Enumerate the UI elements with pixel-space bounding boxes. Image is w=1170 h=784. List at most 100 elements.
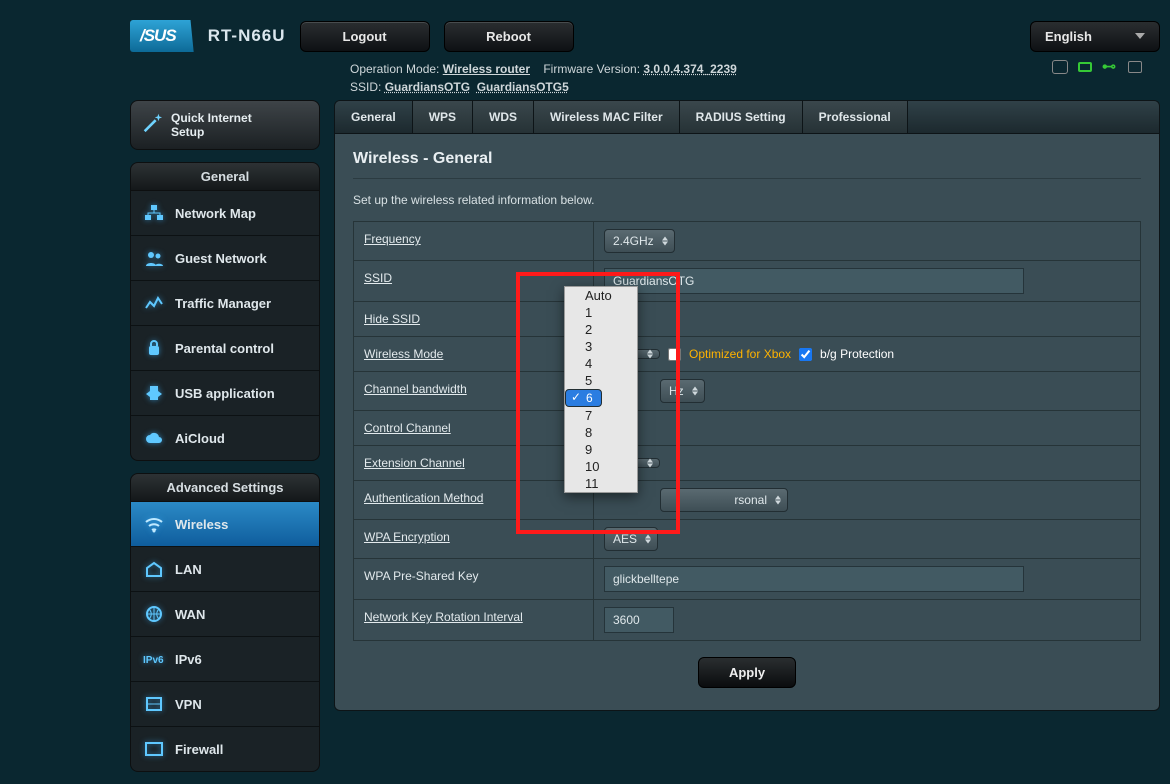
select-frequency[interactable]: 2.4GHz: [604, 229, 675, 253]
sidebar-item-guest-network[interactable]: Guest Network: [131, 235, 319, 280]
select-encryption[interactable]: AES: [604, 527, 658, 551]
sidebar-item-lan[interactable]: LAN: [131, 546, 319, 591]
fw-value[interactable]: 3.0.0.4.374_2239: [643, 62, 736, 76]
label-xbox: Optimized for Xbox: [689, 347, 791, 361]
select-auth-method[interactable]: rsonal: [660, 488, 788, 512]
select-bandwidth[interactable]: Hz: [660, 379, 705, 403]
ssid-24: GuardiansOTG: [385, 80, 470, 94]
channel-option-6[interactable]: 6: [565, 389, 602, 407]
sidebar-item-wireless[interactable]: Wireless: [131, 502, 319, 546]
language-label: English: [1045, 29, 1092, 44]
tab-wireless-mac-filter[interactable]: Wireless MAC Filter: [534, 101, 680, 133]
firewall-icon: [143, 739, 165, 759]
tab-wps[interactable]: WPS: [413, 101, 473, 133]
sidebar-item-label: Wireless: [175, 517, 228, 532]
vpn-icon: [143, 694, 165, 714]
label-extension-channel: Extension Channel: [354, 446, 594, 480]
page-title: Wireless - General: [353, 150, 1141, 179]
channel-option-2[interactable]: 2: [565, 321, 637, 338]
sidebar-item-parental-control[interactable]: Parental control: [131, 325, 319, 370]
guest-network-icon: [143, 248, 165, 268]
label-wireless-mode: Wireless Mode: [354, 337, 594, 371]
channel-option-10[interactable]: 10: [565, 458, 637, 475]
sidebar-item-label: VPN: [175, 697, 202, 712]
aicloud-icon: [143, 428, 165, 448]
tab-general[interactable]: General: [335, 101, 413, 133]
checkbox-bg-protection[interactable]: [799, 348, 812, 361]
wireless-icon: [143, 514, 165, 534]
channel-option-11[interactable]: 11: [565, 475, 637, 492]
model-name: RT-N66U: [208, 26, 286, 46]
chevron-down-icon: [1135, 33, 1145, 39]
usb-application-icon: [143, 383, 165, 403]
tab-professional[interactable]: Professional: [803, 101, 908, 133]
sidebar-header-advanced: Advanced Settings: [130, 473, 320, 502]
channel-option-auto[interactable]: Auto: [565, 287, 637, 304]
usb-icon[interactable]: ⊷: [1102, 60, 1118, 74]
traffic-manager-icon: [143, 293, 165, 313]
sidebar-item-label: Traffic Manager: [175, 296, 271, 311]
router-status-icon[interactable]: [1078, 62, 1092, 72]
channel-option-3[interactable]: 3: [565, 338, 637, 355]
input-psk[interactable]: [604, 566, 1024, 592]
tab-radius-setting[interactable]: RADIUS Setting: [680, 101, 803, 133]
sidebar-item-label: IPv6: [175, 652, 202, 667]
sidebar-item-label: Network Map: [175, 206, 256, 221]
sidebar-item-label: USB application: [175, 386, 275, 401]
input-ssid[interactable]: [604, 268, 1024, 294]
opmode-value[interactable]: Wireless router: [443, 62, 530, 76]
sidebar-item-wan[interactable]: WAN: [131, 591, 319, 636]
clients-icon[interactable]: [1052, 60, 1068, 74]
apply-button[interactable]: Apply: [698, 657, 796, 688]
sidebar-item-label: Firewall: [175, 742, 223, 757]
label-channel-bandwidth: Channel bandwidth: [354, 372, 594, 410]
label-auth-method: Authentication Method: [354, 481, 594, 519]
opmode-label: Operation Mode:: [350, 62, 439, 76]
channel-option-1[interactable]: 1: [565, 304, 637, 321]
channel-option-8[interactable]: 8: [565, 424, 637, 441]
sidebar-item-ipv6[interactable]: IPv6 IPv6: [131, 636, 319, 681]
label-frequency: Frequency: [354, 222, 594, 260]
sidebar-item-network-map[interactable]: Network Map: [131, 191, 319, 235]
language-select[interactable]: English: [1030, 21, 1160, 52]
channel-option-5[interactable]: 5: [565, 372, 637, 389]
label-control-channel: Control Channel: [354, 411, 594, 445]
quick-internet-setup[interactable]: Quick Internet Setup: [130, 100, 320, 150]
sidebar-item-aicloud[interactable]: AiCloud: [131, 415, 319, 460]
channel-dropdown[interactable]: Auto1234567891011: [564, 286, 638, 493]
reboot-button[interactable]: Reboot: [444, 21, 574, 52]
sidebar-item-traffic-manager[interactable]: Traffic Manager: [131, 280, 319, 325]
label-rotation-interval: Network Key Rotation Interval: [354, 600, 594, 640]
label-wpa-encryption: WPA Encryption: [354, 520, 594, 558]
tab-wds[interactable]: WDS: [473, 101, 534, 133]
page-desc: Set up the wireless related information …: [353, 193, 1141, 207]
network-map-icon: [143, 203, 165, 223]
sidebar-item-label: WAN: [175, 607, 205, 622]
wand-icon: [141, 111, 163, 133]
lan-icon: [143, 559, 165, 579]
sidebar-item-usb-application[interactable]: USB application: [131, 370, 319, 415]
sidebar-item-vpn[interactable]: VPN: [131, 681, 319, 726]
sidebar-item-label: LAN: [175, 562, 202, 577]
sidebar-item-label: AiCloud: [175, 431, 225, 446]
ssid-5: GuardiansOTG5: [477, 80, 569, 94]
qis-line2: Setup: [171, 125, 204, 139]
input-rotation-interval[interactable]: [604, 607, 674, 633]
sidebar-item-firewall[interactable]: Firewall: [131, 726, 319, 771]
fw-label: Firmware Version:: [543, 62, 640, 76]
channel-option-9[interactable]: 9: [565, 441, 637, 458]
logout-button[interactable]: Logout: [300, 21, 430, 52]
sidebar-item-label: Parental control: [175, 341, 274, 356]
channel-option-4[interactable]: 4: [565, 355, 637, 372]
qis-line1: Quick Internet: [171, 111, 252, 125]
label-bg-protection: b/g Protection: [820, 347, 894, 361]
svg-text:IPv6: IPv6: [143, 655, 164, 666]
printer-icon[interactable]: [1128, 61, 1142, 73]
parental-control-icon: [143, 338, 165, 358]
label-ssid: SSID: [354, 261, 594, 301]
sidebar-header-general: General: [130, 162, 320, 191]
channel-option-7[interactable]: 7: [565, 407, 637, 424]
label-hide-ssid: Hide SSID: [354, 302, 594, 336]
wan-icon: [143, 604, 165, 624]
checkbox-xbox[interactable]: [668, 348, 681, 361]
